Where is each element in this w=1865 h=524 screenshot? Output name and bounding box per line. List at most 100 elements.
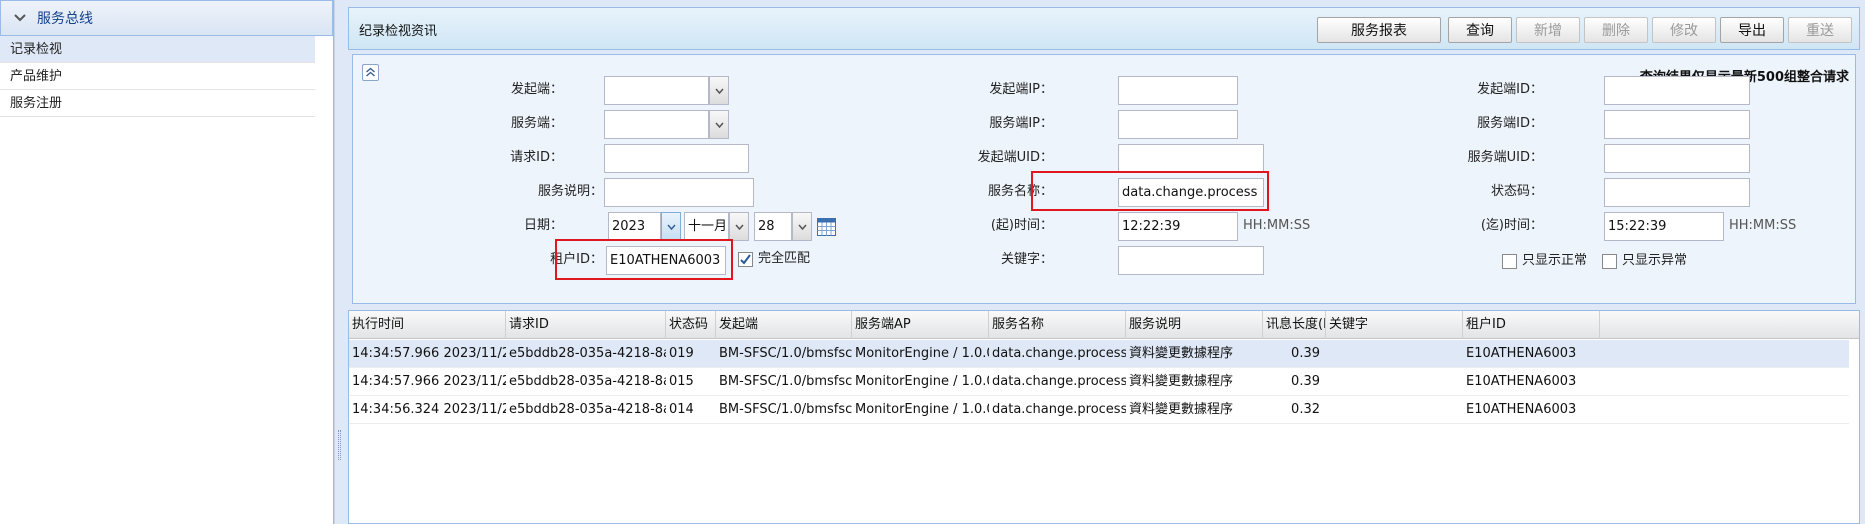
add-button[interactable]: 新增	[1516, 17, 1580, 43]
resend-button[interactable]: 重送	[1788, 17, 1852, 43]
highlight-box-service-name	[1031, 171, 1269, 211]
cell-message-length: 0.39	[1291, 374, 1320, 389]
cell-tenant-id: E10ATHENA6003	[1466, 374, 1577, 389]
edit-button[interactable]: 修改	[1652, 17, 1716, 43]
initiator-id-label: 发起端ID：	[1477, 82, 1543, 97]
query-button[interactable]: 查询	[1448, 17, 1512, 43]
toolbar: 纪录检视资讯 服务报表 查询 新增 删除 修改 导出 重送	[348, 7, 1860, 50]
cell-initiator: BM-SFSC/1.0/bmsfsc-test	[719, 374, 852, 389]
column-header-message-length[interactable]: 讯息长度(kb)	[1263, 311, 1326, 339]
cell-service-name: data.change.process	[992, 402, 1126, 417]
month-select[interactable]: 十一月	[684, 212, 729, 241]
collapse-icon[interactable]	[362, 64, 379, 81]
only-abnormal-checkbox[interactable]	[1602, 254, 1617, 269]
initiator-id-input[interactable]	[1604, 76, 1750, 105]
initiator-uid-label: 发起端UID：	[977, 150, 1053, 165]
only-normal-label: 只显示正常	[1522, 253, 1588, 268]
keyword-input[interactable]	[1118, 246, 1264, 275]
splitter-grip[interactable]	[338, 430, 341, 460]
date-label: 日期：	[523, 218, 563, 233]
column-header-server-ap[interactable]: 服务端AP	[852, 311, 989, 339]
cell-request-id: e5bddb28-035a-4218-8a63-c2	[509, 346, 666, 361]
initiator-select[interactable]	[604, 76, 709, 105]
only-abnormal-label: 只显示异常	[1622, 253, 1688, 268]
status-code-input[interactable]	[1604, 178, 1750, 207]
server-dropdown-icon[interactable]	[709, 110, 729, 139]
cell-status-code: 019	[669, 346, 694, 361]
nav-panel: 服务总线 记录检视 产品维护 服务注册	[0, 0, 334, 524]
request-id-input[interactable]	[604, 144, 749, 173]
cell-request-id: e5bddb28-035a-4218-8a63-c2	[509, 374, 666, 389]
initiator-dropdown-icon[interactable]	[709, 76, 729, 105]
cell-status-code: 015	[669, 374, 694, 389]
table-row[interactable]: 14:34:57.966 2023/11/28 e5bddb28-035a-42…	[349, 368, 1849, 396]
calendar-icon[interactable]	[817, 217, 836, 236]
initiator-uid-input[interactable]	[1118, 144, 1264, 173]
delete-button[interactable]: 删除	[1584, 17, 1648, 43]
nav-header-title: 服务总线	[37, 11, 93, 27]
service-desc-input[interactable]	[604, 178, 754, 207]
service-report-button[interactable]: 服务报表	[1317, 17, 1441, 43]
initiator-ip-label: 发起端IP：	[989, 82, 1053, 97]
panel-splitter[interactable]	[334, 0, 344, 524]
start-time-label: (起)时间：	[990, 218, 1053, 233]
nav-header[interactable]: 服务总线	[0, 0, 333, 36]
cell-service-name: data.change.process	[992, 346, 1126, 361]
server-uid-input[interactable]	[1604, 144, 1750, 173]
column-header-request-id[interactable]: 请求ID	[506, 311, 666, 339]
cell-server-ap: MonitorEngine / 1.0.0 / sm	[855, 346, 989, 361]
cell-status-code: 014	[669, 402, 694, 417]
results-grid: 执行时间 请求ID 状态码 发起端 服务端AP 服务名称 服务说明 讯息长度(k…	[348, 310, 1860, 524]
server-ip-input[interactable]	[1118, 110, 1238, 139]
start-time-input[interactable]: 12:22:39	[1118, 212, 1238, 241]
initiator-ip-input[interactable]	[1118, 76, 1238, 105]
export-button[interactable]: 导出	[1720, 17, 1784, 43]
server-id-label: 服务端ID：	[1477, 116, 1543, 131]
cell-message-length: 0.39	[1291, 346, 1320, 361]
day-dropdown-icon[interactable]	[792, 212, 812, 241]
cell-service-desc: 資料變更數據程序	[1129, 374, 1234, 389]
column-header-initiator[interactable]: 发起端	[716, 311, 852, 339]
table-row[interactable]: 14:34:57.966 2023/11/28 e5bddb28-035a-42…	[349, 340, 1849, 368]
query-form: 查询结果仅显示最新500组整合请求 发起端： 服务端： 请求ID： 服务说明： …	[352, 54, 1856, 304]
main-panel: 纪录检视资讯 服务报表 查询 新增 删除 修改 导出 重送 查询结果仅显示最新5…	[344, 0, 1865, 524]
column-header-tenant-id[interactable]: 租户ID	[1463, 311, 1600, 339]
cell-exec-time: 14:34:57.966 2023/11/28	[352, 374, 506, 389]
cell-message-length: 0.32	[1291, 402, 1320, 417]
initiator-label: 发起端：	[510, 82, 563, 97]
column-header-service-name[interactable]: 服务名称	[989, 311, 1126, 339]
nav-item-service-registration[interactable]: 服务注册	[0, 90, 315, 117]
server-id-input[interactable]	[1604, 110, 1750, 139]
cell-initiator: BM-SFSC/1.0/bmsfsc-test	[719, 346, 852, 361]
cell-keyword	[1326, 368, 1463, 396]
nav-item-product-maintenance[interactable]: 产品维护	[0, 63, 315, 90]
cell-server-ap: MonitorEngine / 1.0.0 / sm	[855, 402, 989, 417]
cell-initiator: BM-SFSC/1.0/bmsfsc-test	[719, 402, 852, 417]
end-time-input[interactable]: 15:22:39	[1604, 212, 1724, 241]
nav-item-record-view[interactable]: 记录检视	[0, 36, 315, 63]
cell-service-name: data.change.process	[992, 374, 1126, 389]
column-header-status-code[interactable]: 状态码	[666, 311, 716, 339]
day-select[interactable]: 28	[754, 212, 792, 241]
column-header-service-desc[interactable]: 服务说明	[1126, 311, 1263, 339]
only-normal-checkbox[interactable]	[1502, 254, 1517, 269]
year-select[interactable]: 2023	[608, 212, 661, 241]
end-time-label: (迄)时间：	[1480, 218, 1543, 233]
exact-match-checkbox[interactable]	[738, 252, 753, 267]
request-id-label: 请求ID：	[510, 150, 563, 165]
end-time-format-hint: HH:MM:SS	[1729, 218, 1797, 233]
year-dropdown-icon[interactable]	[661, 212, 681, 241]
column-header-keyword[interactable]: 关键字	[1326, 311, 1463, 339]
keyword-label: 关键字：	[1000, 252, 1053, 267]
chevron-down-icon[interactable]	[13, 11, 27, 25]
column-header-exec-time[interactable]: 执行时间	[349, 311, 506, 339]
table-row[interactable]: 14:34:56.324 2023/11/28 e5bddb28-035a-42…	[349, 396, 1849, 424]
panel-title: 纪录检视资讯	[359, 24, 438, 39]
server-select[interactable]	[604, 110, 709, 139]
month-dropdown-icon[interactable]	[729, 212, 749, 241]
server-label: 服务端：	[510, 116, 563, 131]
cell-tenant-id: E10ATHENA6003	[1466, 402, 1577, 417]
server-uid-label: 服务端UID：	[1467, 150, 1543, 165]
service-name-label: 服务名称：	[987, 184, 1053, 199]
start-time-format-hint: HH:MM:SS	[1243, 218, 1311, 233]
